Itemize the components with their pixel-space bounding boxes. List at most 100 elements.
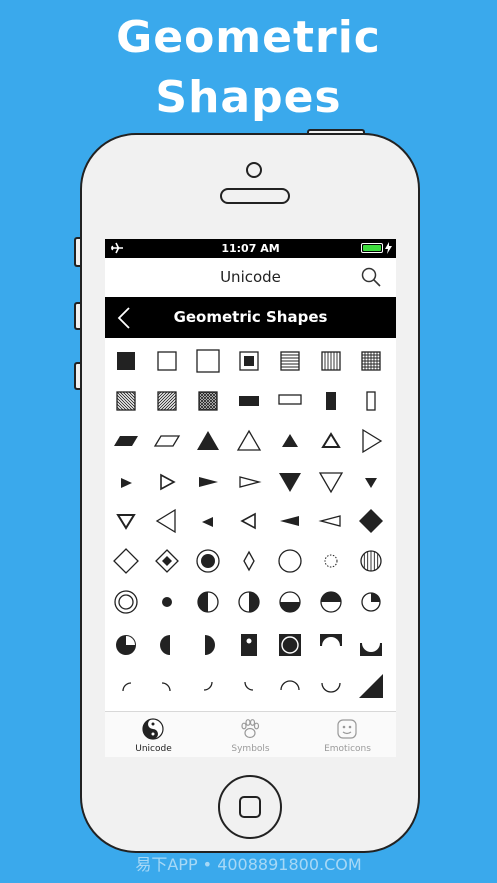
shape-cell-square-with-circle[interactable] (270, 625, 310, 665)
tab-symbols[interactable]: Symbols (202, 712, 299, 757)
shape-cell-black-right-triangle-small[interactable] (106, 462, 146, 502)
status-time: 11:07 AM (221, 242, 280, 255)
shape-cell-black-vertical-rect[interactable] (311, 381, 351, 421)
square-with-square-icon (239, 351, 259, 371)
shape-cell-white-vertical-rect[interactable] (351, 381, 391, 421)
shape-cell-circle-upper-half-black[interactable] (311, 582, 351, 622)
shape-cell-circle-upper-right-quadrant-white[interactable] (106, 625, 146, 665)
battery-icon (361, 243, 383, 253)
shape-cell-white-down-triangle-small[interactable] (106, 501, 146, 541)
shape-cell-black-left-half-circle[interactable] (147, 625, 187, 665)
circle-vertical-fill-icon (360, 550, 382, 572)
lower-half-circle-arc-icon (321, 682, 341, 693)
shape-cell-arc-upper-right[interactable] (147, 666, 187, 706)
shape-cell-white-left-triangle-small[interactable] (229, 501, 269, 541)
shape-cell-white-circle[interactable] (270, 541, 310, 581)
shape-cell-white-left-pointer[interactable] (311, 501, 351, 541)
shape-cell-circle-lower-half-black[interactable] (270, 582, 310, 622)
shape-cell-circle-upper-right-quadrant-black[interactable] (351, 582, 391, 622)
white-right-triangle-small-icon (160, 473, 176, 491)
shape-cell-square-with-circle-hole[interactable] (229, 625, 269, 665)
tab-unicode[interactable]: Unicode (105, 712, 202, 757)
shape-cell-black-down-triangle-small[interactable] (351, 462, 391, 502)
shape-cell-square-horizontal-fill[interactable] (270, 341, 310, 381)
circle-upper-half-black-icon (320, 591, 342, 613)
white-vertical-rect-icon (366, 391, 376, 411)
shape-cell-square-vertical-fill[interactable] (311, 341, 351, 381)
section-header: Geometric Shapes (105, 297, 396, 338)
shape-cell-white-right-pointer[interactable] (229, 462, 269, 502)
shape-cell-black-right-pointer[interactable] (188, 462, 228, 502)
tab-symbols-label: Symbols (231, 744, 270, 754)
shape-cell-circle-vertical-fill[interactable] (351, 541, 391, 581)
square-with-circle-icon (279, 634, 301, 656)
shape-cell-lozenge[interactable] (229, 541, 269, 581)
shape-cell-white-right-triangle-small[interactable] (147, 462, 187, 502)
white-square-large-icon (196, 349, 220, 373)
shape-cell-white-diamond[interactable] (106, 541, 146, 581)
shape-cell-white-left-triangle[interactable] (147, 501, 187, 541)
bullseye-icon (114, 590, 138, 614)
circle-right-half-black-icon (238, 591, 260, 613)
shape-cell-square-upper-half-circle[interactable] (311, 625, 351, 665)
black-right-half-circle-icon (205, 635, 215, 655)
shape-cell-black-left-pointer[interactable] (270, 501, 310, 541)
home-button[interactable] (218, 775, 282, 839)
white-up-triangle-icon (236, 429, 262, 451)
black-circle-small-icon (162, 597, 172, 607)
shape-cell-white-square-large[interactable] (188, 341, 228, 381)
shape-cell-square-diagonal-crosshatch[interactable] (188, 381, 228, 421)
square-upper-half-circle-icon (320, 634, 342, 646)
shape-cell-circle-right-half-black[interactable] (229, 582, 269, 622)
shape-cell-black-up-triangle-small[interactable] (270, 421, 310, 461)
square-lower-half-circle-icon (360, 643, 382, 656)
shape-cell-fisheye[interactable] (188, 541, 228, 581)
arc-upper-right-icon (161, 682, 171, 692)
shape-cell-circle-left-half-black[interactable] (188, 582, 228, 622)
black-parallelogram-icon (114, 436, 138, 446)
shape-cell-bullseye[interactable] (106, 582, 146, 622)
tab-emoticons-label: Emoticons (324, 744, 371, 754)
shape-cell-white-square[interactable] (147, 341, 187, 381)
shape-cell-white-down-triangle[interactable] (311, 462, 351, 502)
upper-half-circle-arc-icon (280, 680, 300, 691)
shape-cell-black-diamond[interactable] (351, 501, 391, 541)
shape-cell-black-parallelogram[interactable] (106, 421, 146, 461)
shape-cell-arc-lower-right[interactable] (188, 666, 228, 706)
shape-cell-square-lower-half-circle[interactable] (351, 625, 391, 665)
square-diagonal-crosshatch-icon (198, 391, 218, 411)
shape-cell-white-parallelogram[interactable] (147, 421, 187, 461)
shape-cell-arc-lower-left[interactable] (229, 666, 269, 706)
shape-cell-arc-upper-left[interactable] (106, 666, 146, 706)
shape-cell-square-with-square[interactable] (229, 341, 269, 381)
shape-cell-black-right-half-circle[interactable] (188, 625, 228, 665)
black-up-triangle-icon (197, 431, 219, 450)
shape-cell-diamond-with-diamond[interactable] (147, 541, 187, 581)
shape-cell-black-up-triangle[interactable] (188, 421, 228, 461)
shape-cell-square-diagonal-fill-rev[interactable] (147, 381, 187, 421)
shape-cell-white-rect[interactable] (270, 381, 310, 421)
shape-cell-dotted-circle[interactable] (311, 541, 351, 581)
shape-cell-upper-half-circle-arc[interactable] (270, 666, 310, 706)
shape-cell-lower-half-circle-arc[interactable] (311, 666, 351, 706)
shape-cell-black-down-triangle[interactable] (270, 462, 310, 502)
tab-bar: Unicode Symbols Emoticons (105, 711, 396, 757)
emoticon-face-icon (337, 719, 357, 739)
shape-cell-black-lower-right-triangle[interactable] (351, 666, 391, 706)
shape-cell-black-left-triangle-small[interactable] (188, 501, 228, 541)
shape-cell-square-diagonal-fill[interactable] (106, 381, 146, 421)
shape-cell-white-up-triangle[interactable] (229, 421, 269, 461)
status-bar: 11:07 AM (105, 239, 396, 258)
square-diagonal-fill-rev-icon (157, 391, 177, 411)
shape-cell-black-rect[interactable] (229, 381, 269, 421)
search-icon[interactable] (361, 267, 381, 287)
arc-lower-right-icon (203, 681, 213, 691)
earpiece-speaker (220, 188, 290, 204)
shape-cell-black-square[interactable] (106, 341, 146, 381)
shape-cell-white-right-triangle[interactable] (351, 421, 391, 461)
shape-cell-white-up-triangle-small[interactable] (311, 421, 351, 461)
black-down-triangle-icon (279, 473, 301, 492)
tab-emoticons[interactable]: Emoticons (299, 712, 396, 757)
shape-cell-square-crosshatch[interactable] (351, 341, 391, 381)
shape-cell-black-circle-small[interactable] (147, 582, 187, 622)
